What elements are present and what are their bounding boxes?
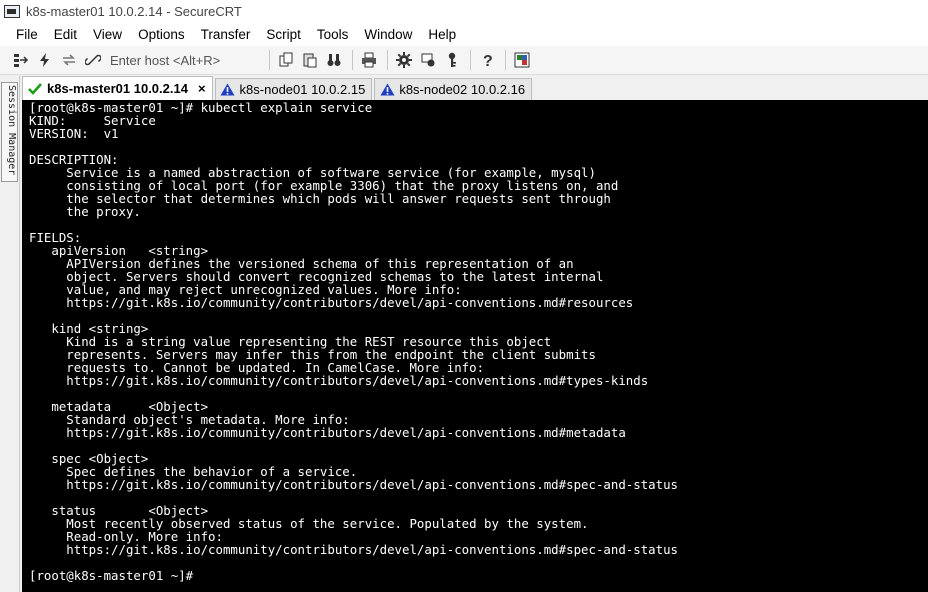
settings-gear-icon[interactable] (393, 49, 415, 71)
securefx-icon[interactable] (511, 49, 533, 71)
paste-icon[interactable] (299, 49, 321, 71)
menu-transfer[interactable]: Transfer (193, 23, 259, 46)
host-input[interactable] (106, 50, 260, 70)
menu-bar: File Edit View Options Transfer Script T… (0, 23, 928, 46)
svg-text:?: ? (483, 53, 493, 68)
toolbar-separator (505, 50, 506, 70)
menu-script[interactable]: Script (258, 23, 309, 46)
warning-icon (220, 83, 236, 97)
terminal-area[interactable]: [root@k8s-master01 ~]# kubectl explain s… (22, 100, 928, 592)
toolbar-separator (470, 50, 471, 70)
toolbar-separator (269, 50, 270, 70)
print-icon[interactable] (358, 49, 380, 71)
tab-k8s-node02[interactable]: k8s-node02 10.0.2.16 (374, 78, 533, 100)
menu-window[interactable]: Window (356, 23, 420, 46)
window-title: k8s-master01 10.0.2.14 - SecureCRT (26, 4, 242, 19)
title-bar: k8s-master01 10.0.2.14 - SecureCRT (0, 0, 928, 23)
securecrt-app-icon (4, 5, 20, 18)
tab-k8s-master01[interactable]: k8s-master01 10.0.2.14 × (22, 76, 213, 100)
menu-options[interactable]: Options (130, 23, 193, 46)
terminal-output: [root@k8s-master01 ~]# kubectl explain s… (29, 100, 679, 583)
session-manager-strip: Session Manager (0, 76, 20, 592)
find-icon[interactable] (323, 49, 345, 71)
tab-label: k8s-node02 10.0.2.16 (399, 82, 526, 97)
help-icon[interactable]: ? (476, 49, 498, 71)
menu-view[interactable]: View (85, 23, 130, 46)
tab-label: k8s-node01 10.0.2.15 (239, 82, 366, 97)
warning-icon (379, 83, 395, 97)
connect-sessions-icon[interactable] (10, 49, 32, 71)
close-tab-icon[interactable]: × (198, 81, 206, 96)
session-options-icon[interactable] (417, 49, 439, 71)
keymap-icon[interactable] (441, 49, 463, 71)
connected-check-icon (27, 82, 43, 96)
toolbar-separator (387, 50, 388, 70)
menu-file[interactable]: File (8, 23, 46, 46)
copy-icon[interactable] (275, 49, 297, 71)
reconnect-icon[interactable] (58, 49, 80, 71)
disconnect-link-icon[interactable] (82, 49, 104, 71)
menu-tools[interactable]: Tools (309, 23, 357, 46)
quick-connect-icon[interactable] (34, 49, 56, 71)
toolbar: ? (0, 46, 928, 75)
tab-k8s-node01[interactable]: k8s-node01 10.0.2.15 (214, 78, 373, 100)
toolbar-separator (352, 50, 353, 70)
menu-help[interactable]: Help (420, 23, 464, 46)
menu-edit[interactable]: Edit (46, 23, 85, 46)
session-manager-tab[interactable]: Session Manager (1, 82, 18, 182)
session-manager-label: Session Manager (6, 85, 17, 176)
tab-label: k8s-master01 10.0.2.14 (47, 81, 188, 96)
session-tab-bar: k8s-master01 10.0.2.14 × k8s-node01 10.0… (22, 76, 928, 100)
